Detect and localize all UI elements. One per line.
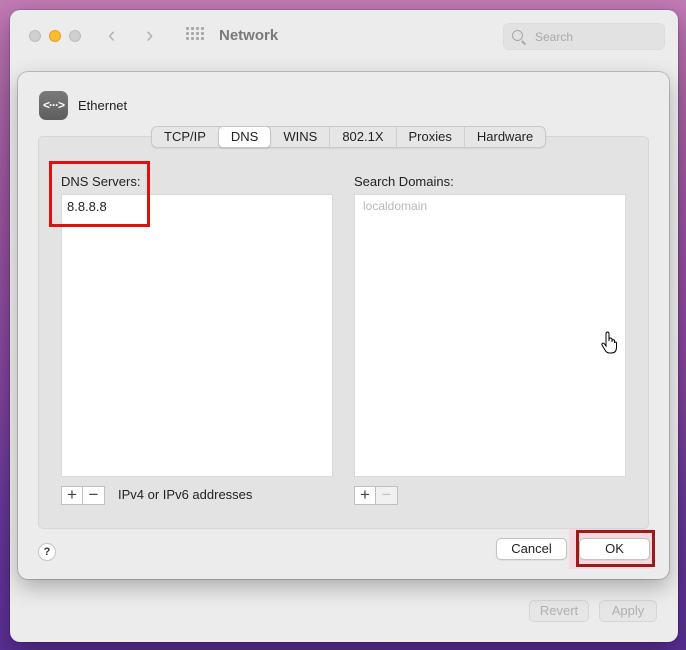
show-all-grid-icon[interactable]	[186, 27, 204, 43]
minimize-window-button[interactable]	[49, 30, 61, 42]
search-domain-placeholder: localdomain	[363, 199, 428, 213]
apply-button[interactable]: Apply	[599, 600, 657, 622]
back-arrow-icon[interactable]: ‹	[108, 24, 115, 46]
search-placeholder: Search	[535, 30, 574, 44]
remove-search-domain-button[interactable]: −	[376, 486, 398, 505]
tab-proxies[interactable]: Proxies	[397, 127, 465, 147]
tab-dns[interactable]: DNS	[217, 126, 272, 148]
search-input[interactable]: Search	[503, 23, 665, 50]
title-bar: ‹ › Network Search	[10, 10, 678, 62]
forward-arrow-icon[interactable]: ›	[146, 24, 153, 46]
advanced-settings-sheet: <···> Ethernet TCP/IP DNS WINS 802.1X Pr…	[18, 72, 669, 579]
interface-name: Ethernet	[78, 98, 128, 113]
search-domains-list[interactable]: localdomain	[354, 194, 626, 477]
zoom-window-button[interactable]	[69, 30, 81, 42]
dns-add-remove-group: + −	[61, 486, 105, 505]
search-icon	[512, 30, 523, 41]
add-dns-server-button[interactable]: +	[61, 486, 83, 505]
remove-dns-server-button[interactable]: −	[83, 486, 105, 505]
search-domains-label: Search Domains:	[354, 174, 454, 189]
window-title: Network	[219, 27, 279, 44]
dns-servers-list[interactable]: 8.8.8.8	[61, 194, 333, 477]
close-window-button[interactable]	[29, 30, 41, 42]
help-button[interactable]: ?	[38, 543, 56, 561]
ethernet-icon: <···>	[39, 91, 68, 120]
tab-hardware[interactable]: Hardware	[465, 127, 545, 147]
cancel-button[interactable]: Cancel	[496, 538, 567, 560]
dns-hint-text: IPv4 or IPv6 addresses	[118, 487, 253, 502]
dns-servers-label: DNS Servers:	[61, 174, 141, 189]
tab-wins[interactable]: WINS	[271, 127, 331, 147]
tab-802-1x[interactable]: 802.1X	[330, 127, 397, 147]
list-item[interactable]: 8.8.8.8	[67, 199, 107, 214]
search-domain-add-remove-group: + −	[354, 486, 398, 505]
add-search-domain-button[interactable]: +	[354, 486, 376, 505]
hand-cursor-icon	[601, 331, 617, 354]
settings-tabs: TCP/IP DNS WINS 802.1X Proxies Hardware	[151, 126, 547, 148]
revert-button[interactable]: Revert	[529, 600, 589, 622]
ok-button[interactable]: OK	[579, 538, 650, 560]
tab-tcp-ip[interactable]: TCP/IP	[152, 127, 218, 147]
